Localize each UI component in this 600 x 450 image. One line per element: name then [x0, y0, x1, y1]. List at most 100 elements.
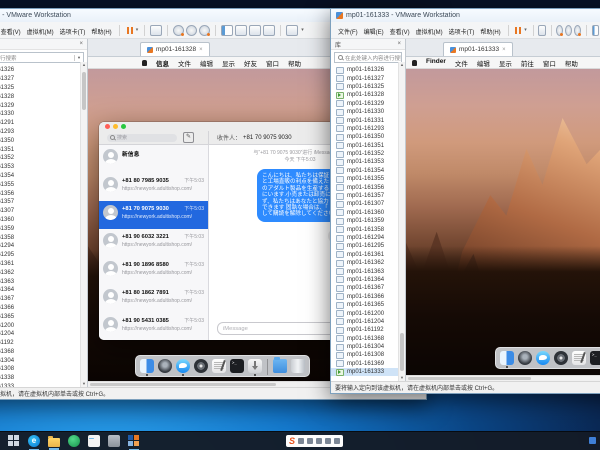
- apple-icon[interactable]: [412, 60, 417, 66]
- vm-list-item[interactable]: mp01-161363: [331, 267, 405, 275]
- vm-list-item[interactable]: mp01-161328: [331, 91, 405, 99]
- dock-icon[interactable]: [230, 359, 244, 373]
- dock-item[interactable]: [248, 359, 262, 376]
- dock-icon[interactable]: [212, 359, 226, 373]
- sogou-mode-icon[interactable]: [298, 438, 304, 444]
- macos-menu-item[interactable]: 显示: [222, 58, 235, 68]
- start-button[interactable]: [8, 435, 20, 447]
- vm-list-item[interactable]: mp01-161304: [0, 356, 87, 365]
- library-close-icon[interactable]: ×: [397, 41, 401, 47]
- vm-list-item[interactable]: mp01-161338: [0, 374, 87, 383]
- vm-list-item[interactable]: mp01-161291: [0, 119, 87, 128]
- dock-icon[interactable]: [158, 359, 172, 373]
- sogou-keyboard-icon[interactable]: [325, 438, 331, 444]
- dock-icon[interactable]: [291, 359, 305, 373]
- vm-list-item[interactable]: mp01-161333: [331, 368, 405, 376]
- vm-list-item[interactable]: mp01-161360: [331, 209, 405, 217]
- unity-button[interactable]: [263, 25, 275, 36]
- ctrl-alt-del-button[interactable]: [538, 25, 546, 36]
- vm-list-item[interactable]: mp01-161354: [0, 172, 87, 181]
- macos-menu-item[interactable]: 编辑: [477, 58, 490, 68]
- conversation-item[interactable]: +81 90 6032 3221下午5:03 https://newyork.a…: [99, 229, 208, 257]
- manage-snapshots-button[interactable]: [199, 25, 210, 36]
- pause-button[interactable]: ▾: [124, 26, 141, 35]
- vm-list-item[interactable]: mp01-161365: [0, 312, 87, 321]
- sogou-pen-icon[interactable]: [307, 438, 313, 444]
- dock-item[interactable]: [536, 351, 550, 365]
- vm-list-item[interactable]: mp01-161354: [331, 167, 405, 175]
- revert-snapshot-button[interactable]: [565, 25, 572, 36]
- vm-list-item[interactable]: mp01-161294: [331, 234, 405, 242]
- take-snapshot-button[interactable]: [556, 25, 563, 36]
- macos-menu-item[interactable]: 显示: [499, 58, 512, 68]
- vm-list-item[interactable]: mp01-161329: [331, 100, 405, 108]
- vm-list-item[interactable]: mp01-161364: [0, 286, 87, 295]
- library-scrollbar[interactable]: ▲ ▼: [80, 62, 87, 387]
- vm-list-item[interactable]: mp01-161353: [331, 158, 405, 166]
- vm-list-item[interactable]: mp01-161361: [331, 251, 405, 259]
- horizontal-scrollbar[interactable]: [406, 375, 600, 381]
- edge-browser-icon[interactable]: e: [28, 435, 40, 447]
- vm-list-item[interactable]: mp01-161359: [331, 217, 405, 225]
- vm-list-item[interactable]: mp01-161204: [0, 330, 87, 339]
- vm-list-item[interactable]: mp01-161307: [0, 207, 87, 216]
- menu-item[interactable]: 查看(V): [387, 28, 413, 38]
- dock-item[interactable]: [500, 351, 514, 368]
- sogou-mic-icon[interactable]: [316, 438, 322, 444]
- window-titlebar[interactable]: mp01-161333 - VMware Workstation: [331, 9, 600, 22]
- library-close-icon[interactable]: ×: [79, 41, 83, 47]
- vm-list-item[interactable]: mp01-161359: [0, 224, 87, 233]
- conversation-item[interactable]: +81 80 1862 7891下午5:03 https://newyork.a…: [99, 285, 208, 313]
- vm-list-item[interactable]: mp01-161357: [331, 192, 405, 200]
- vm-list-item[interactable]: mp01-161329: [0, 101, 87, 110]
- dock-item[interactable]: [194, 359, 208, 373]
- scrollbar-thumb[interactable]: [82, 72, 86, 110]
- macos-menu-item[interactable]: 窗口: [266, 58, 279, 68]
- sogou-input-bar[interactable]: S: [286, 435, 343, 447]
- fullscreen-button[interactable]: [249, 25, 261, 36]
- vm-list-item[interactable]: mp01-161328: [0, 92, 87, 101]
- vm-list-item[interactable]: mp01-161330: [0, 110, 87, 119]
- dock-item[interactable]: [212, 359, 226, 373]
- vm-list-item[interactable]: mp01-161293: [0, 128, 87, 137]
- menu-item[interactable]: 帮助(H): [88, 28, 114, 38]
- menu-item[interactable]: 编辑(E): [361, 28, 387, 38]
- vm-list-item[interactable]: mp01-161356: [0, 189, 87, 198]
- scrollbar-thumb[interactable]: [400, 333, 404, 371]
- vm-list-item[interactable]: mp01-161350: [0, 136, 87, 145]
- zoom-button[interactable]: [121, 124, 126, 129]
- minimize-button[interactable]: [113, 124, 118, 129]
- show-library-button[interactable]: [592, 25, 600, 36]
- revert-snapshot-button[interactable]: [186, 25, 197, 36]
- macos-menu-item[interactable]: 帮助: [565, 58, 578, 68]
- vm-list-item[interactable]: mp01-161308: [331, 351, 405, 359]
- conversation-item[interactable]: +81 70 9075 9030下午5:03 https://newyork.a…: [99, 201, 208, 229]
- vm-list-item[interactable]: mp01-161330: [331, 108, 405, 116]
- show-thumbnails-button[interactable]: [235, 25, 247, 36]
- vm-list-item[interactable]: mp01-161333: [0, 383, 87, 387]
- vm-list-item[interactable]: mp01-161368: [331, 335, 405, 343]
- menu-item[interactable]: 文件(F): [335, 28, 361, 38]
- vm-tab[interactable]: mp01-161333 ×: [443, 42, 513, 56]
- vm-list-item[interactable]: mp01-161352: [331, 150, 405, 158]
- vm-list-item[interactable]: mp01-161365: [331, 301, 405, 309]
- conversation-item[interactable]: 新信息: [99, 145, 208, 173]
- dock-item[interactable]: [518, 351, 532, 365]
- macos-menu-item[interactable]: Finder: [426, 58, 446, 68]
- vm-list-item[interactable]: mp01-161369: [331, 360, 405, 368]
- show-library-button[interactable]: [221, 25, 233, 36]
- close-button[interactable]: [105, 124, 110, 129]
- vm-list-item[interactable]: mp01-161325: [331, 83, 405, 91]
- vm-list-item[interactable]: mp01-161355: [331, 175, 405, 183]
- vm-list-item[interactable]: mp01-161366: [0, 304, 87, 313]
- dock-item[interactable]: [291, 359, 305, 373]
- manage-snapshots-button[interactable]: [574, 25, 581, 36]
- vm-list-item[interactable]: mp01-161353: [0, 163, 87, 172]
- dock-icon[interactable]: [194, 359, 208, 373]
- dock-item[interactable]: [572, 351, 586, 365]
- vm-list-item[interactable]: mp01-161360: [0, 216, 87, 225]
- tab-close-icon[interactable]: ×: [199, 47, 203, 53]
- conversation-item[interactable]: +81 90 5431 0385下午5:03 https://newyork.a…: [99, 313, 208, 340]
- dock-icon[interactable]: [248, 359, 262, 373]
- apple-icon[interactable]: [142, 60, 147, 66]
